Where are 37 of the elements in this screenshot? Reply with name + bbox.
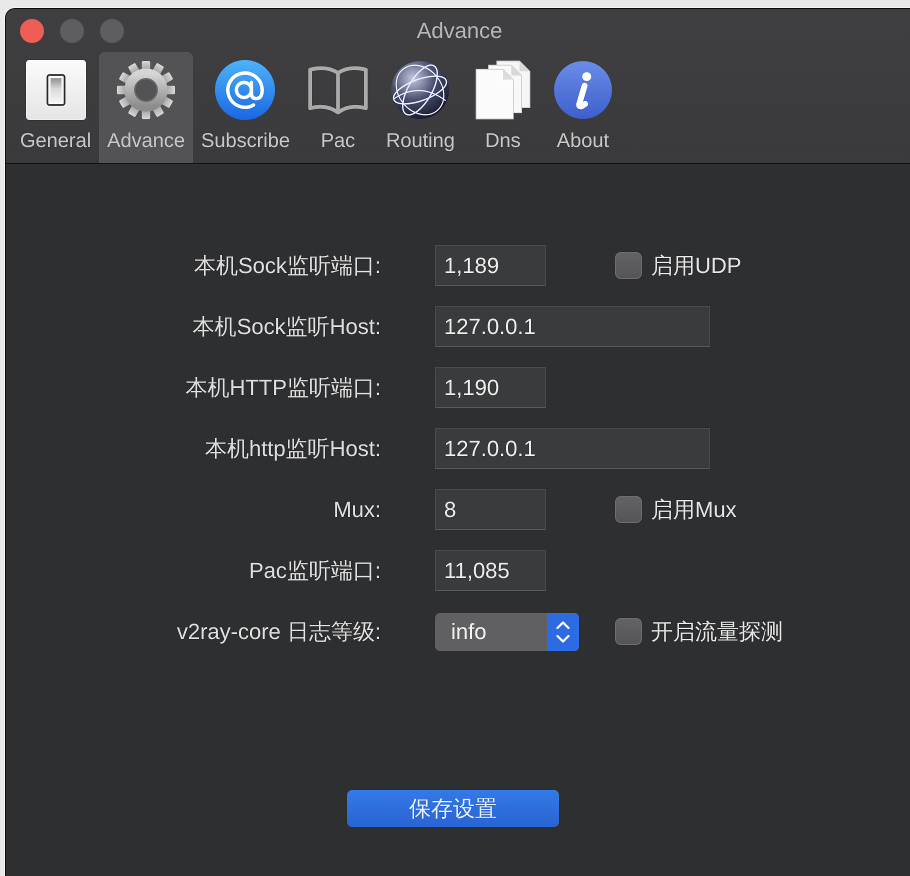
port-field[interactable]: 1,189 (435, 245, 546, 286)
checkbox-label[interactable]: 启用Mux (651, 494, 737, 524)
documents-icon (472, 60, 533, 120)
preferences-tab[interactable]: Dns (462, 52, 543, 163)
light-switch-icon (26, 60, 86, 120)
port-field[interactable]: 11,085 (435, 550, 546, 591)
host-field[interactable]: 127.0.0.1 (435, 428, 710, 469)
field-label: Pac监听端口: (248, 556, 381, 584)
close-button[interactable] (20, 18, 44, 42)
field-label: 本机Sock监听端口: (192, 252, 381, 280)
field-label: v2ray-core 日志等级: (176, 618, 381, 646)
checkbox-label[interactable]: 启用UDP (651, 250, 742, 280)
checkbox[interactable] (615, 618, 642, 645)
preferences-tab[interactable]: Pac (298, 52, 378, 163)
checkbox-label[interactable]: 开启流量探测 (651, 616, 783, 646)
preferences-tab[interactable]: Subscribe (193, 52, 298, 163)
globe-icon (390, 60, 450, 120)
at-sign-icon (215, 60, 276, 120)
checkbox[interactable] (615, 496, 642, 523)
preferences-tab[interactable]: General (12, 52, 100, 163)
updown-chevron-icon (547, 612, 579, 650)
preferences-tab[interactable]: About (542, 52, 623, 163)
preferences-tab[interactable]: Advance (99, 52, 193, 163)
port-field[interactable]: 1,190 (435, 367, 546, 408)
info-icon (552, 60, 613, 120)
checkbox[interactable] (615, 252, 642, 279)
port-field[interactable]: 8 (435, 489, 546, 530)
window-title: Advance (416, 18, 502, 44)
field-label: 本机http监听Host: (204, 434, 381, 463)
field-label: Mux: (332, 496, 381, 522)
gear-icon (116, 60, 176, 120)
host-field[interactable]: 127.0.0.1 (435, 306, 710, 347)
field-label: 本机HTTP监听端口: (184, 374, 381, 402)
field-label: 本机Sock监听Host: (192, 312, 381, 340)
preferences-tab[interactable]: Routing (378, 52, 463, 163)
log-level-dropdown[interactable]: info (435, 612, 579, 650)
save-settings-button[interactable]: 保存设置 (347, 790, 559, 827)
